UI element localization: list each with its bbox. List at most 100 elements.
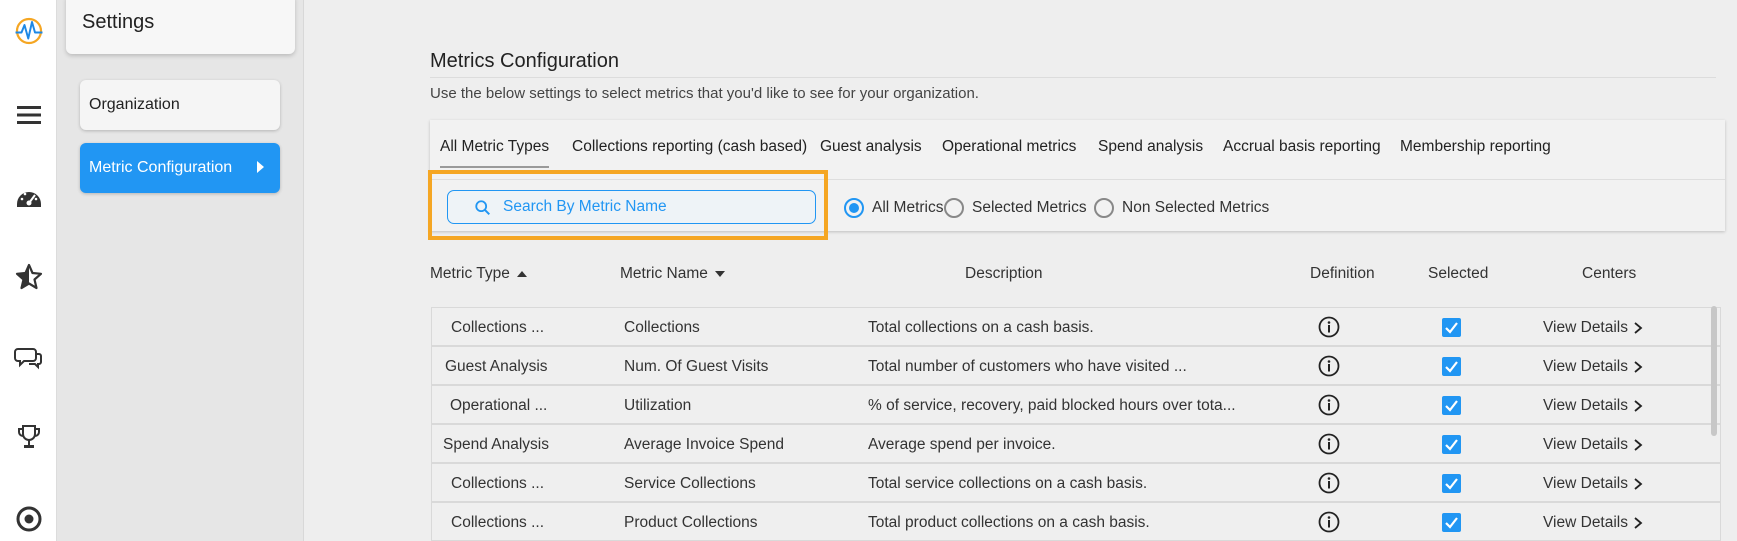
column-label: Metric Name	[620, 265, 708, 282]
column-selected: Selected	[1428, 265, 1489, 282]
cell-description: Total product collections on a cash basi…	[868, 514, 1150, 531]
table-scrollbar[interactable]	[1711, 306, 1717, 436]
radio-all-metrics[interactable]: All Metrics	[844, 198, 943, 218]
settings-sidebar: Settings Organization Metric Configurati…	[57, 0, 304, 541]
selected-checkbox[interactable]	[1442, 357, 1461, 376]
chat-icon[interactable]	[12, 340, 46, 374]
column-metric-type[interactable]: Metric Type	[430, 265, 527, 283]
sidebar-item-label: Metric Configuration	[89, 159, 233, 176]
table-row: Spend Analysis Average Invoice Spend Ave…	[431, 424, 1721, 463]
table-row: Operational ... Utilization % of service…	[431, 385, 1721, 424]
column-metric-name[interactable]: Metric Name	[620, 265, 725, 283]
selected-checkbox[interactable]	[1442, 474, 1461, 493]
tab-all-metric-types[interactable]: All Metric Types	[440, 138, 550, 168]
info-icon[interactable]	[1318, 316, 1340, 338]
dashboard-icon[interactable]	[12, 180, 46, 214]
filter-panel: All Metric Types Collections reporting (…	[428, 120, 1725, 240]
chevron-right-icon	[1634, 478, 1643, 490]
radio-checked-icon	[844, 198, 864, 218]
logo-icon[interactable]	[12, 14, 46, 48]
info-icon[interactable]	[1318, 472, 1340, 494]
link-label: View Details	[1543, 358, 1629, 375]
table-row: Collections ... Service Collections Tota…	[431, 463, 1721, 502]
cell-metric-name: Product Collections	[624, 514, 758, 531]
tab-guest-analysis[interactable]: Guest analysis	[820, 138, 922, 156]
cell-metric-type: Spend Analysis	[443, 436, 549, 453]
view-details-link[interactable]: View Details	[1543, 514, 1643, 532]
tab-operational-metrics[interactable]: Operational metrics	[942, 138, 1076, 156]
settings-header: Settings	[66, 0, 295, 54]
link-label: View Details	[1543, 475, 1629, 492]
info-icon[interactable]	[1318, 511, 1340, 533]
cell-metric-name: Num. Of Guest Visits	[624, 358, 769, 375]
menu-icon[interactable]	[12, 98, 46, 132]
table-row: Collections ... Collections Total collec…	[431, 307, 1721, 346]
sidebar-item-organization[interactable]: Organization	[80, 80, 280, 130]
cell-metric-name: Service Collections	[624, 475, 756, 492]
sort-asc-icon	[516, 271, 527, 277]
chevron-right-icon	[1634, 361, 1643, 373]
chevron-right-icon	[1634, 439, 1643, 451]
cell-description: Average spend per invoice.	[868, 436, 1056, 453]
cell-metric-name: Average Invoice Spend	[624, 436, 784, 453]
info-icon[interactable]	[1318, 355, 1340, 377]
radio-non-selected-metrics[interactable]: Non Selected Metrics	[1094, 198, 1269, 218]
cell-metric-name: Collections	[624, 319, 700, 336]
view-details-link[interactable]: View Details	[1543, 436, 1643, 454]
column-centers: Centers	[1582, 265, 1637, 282]
metric-type-tabs: All Metric Types Collections reporting (…	[430, 120, 1725, 180]
radio-unchecked-icon	[944, 198, 964, 218]
selected-checkbox[interactable]	[1442, 435, 1461, 454]
sidebar-item-metric-configuration[interactable]: Metric Configuration	[80, 143, 280, 193]
info-icon[interactable]	[1318, 394, 1340, 416]
cell-metric-type: Operational ...	[450, 397, 548, 414]
page-subtitle: Use the below settings to select metrics…	[430, 85, 979, 102]
caret-right-icon	[257, 161, 264, 173]
view-details-link[interactable]: View Details	[1543, 319, 1643, 337]
selected-checkbox[interactable]	[1442, 396, 1461, 415]
chevron-right-icon	[1634, 517, 1643, 529]
cell-description: % of service, recovery, paid blocked hou…	[868, 397, 1236, 414]
sort-desc-icon	[714, 271, 725, 277]
cell-description: Total service collections on a cash basi…	[868, 475, 1148, 492]
tab-membership-reporting[interactable]: Membership reporting	[1400, 138, 1551, 156]
radio-label: Non Selected Metrics	[1122, 199, 1270, 216]
check-icon	[1445, 478, 1458, 490]
cell-metric-type: Collections ...	[451, 475, 545, 492]
target-icon[interactable]	[12, 502, 46, 536]
check-icon	[1445, 517, 1458, 529]
radio-unchecked-icon	[1094, 198, 1114, 218]
chevron-right-icon	[1634, 400, 1643, 412]
cell-metric-type: Collections ...	[451, 319, 545, 336]
column-label: Metric Type	[430, 265, 510, 282]
cell-metric-name: Utilization	[624, 397, 692, 414]
view-details-link[interactable]: View Details	[1543, 358, 1643, 376]
view-details-link[interactable]: View Details	[1543, 397, 1643, 415]
check-icon	[1445, 400, 1458, 412]
view-details-link[interactable]: View Details	[1543, 475, 1643, 493]
star-icon[interactable]	[12, 260, 46, 294]
page-title: Metrics Configuration	[430, 50, 619, 72]
search-box[interactable]	[447, 190, 816, 224]
info-icon[interactable]	[1318, 433, 1340, 455]
tab-accrual-basis-reporting[interactable]: Accrual basis reporting	[1223, 138, 1381, 156]
title-divider	[430, 77, 1716, 78]
main-content: Metrics Configuration Use the below sett…	[304, 0, 1737, 541]
cell-metric-type: Guest Analysis	[445, 358, 548, 375]
check-icon	[1445, 322, 1458, 334]
link-label: View Details	[1543, 436, 1629, 453]
tab-spend-analysis[interactable]: Spend analysis	[1098, 138, 1203, 156]
column-definition: Definition	[1310, 265, 1375, 282]
table-row: Guest Analysis Num. Of Guest Visits Tota…	[431, 346, 1721, 385]
radio-selected-metrics[interactable]: Selected Metrics	[944, 198, 1087, 218]
cell-metric-type: Collections ...	[451, 514, 545, 531]
tab-collections-reporting[interactable]: Collections reporting (cash based)	[572, 138, 807, 156]
selected-checkbox[interactable]	[1442, 318, 1461, 337]
search-input[interactable]	[503, 191, 803, 223]
selected-checkbox[interactable]	[1442, 513, 1461, 532]
radio-label: Selected Metrics	[972, 199, 1087, 216]
link-label: View Details	[1543, 397, 1629, 414]
column-description: Description	[965, 265, 1043, 282]
trophy-icon[interactable]	[12, 420, 46, 454]
cell-description: Total number of customers who have visit…	[868, 358, 1187, 375]
